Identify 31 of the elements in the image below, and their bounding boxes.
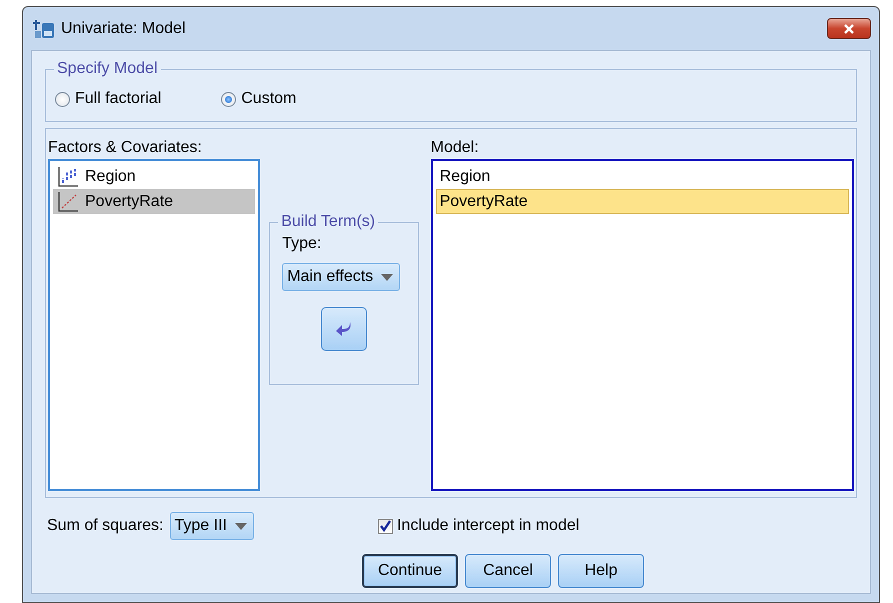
dialog-button[interactable]: Continue xyxy=(362,554,458,588)
radio-label: Custom xyxy=(241,90,296,108)
move-button[interactable] xyxy=(320,307,367,351)
window-title: Univariate: Model xyxy=(61,20,186,38)
bar-chart-icon xyxy=(57,166,79,188)
caret-icon xyxy=(381,274,394,280)
close-icon xyxy=(844,24,854,34)
list-label: Model: xyxy=(430,139,480,157)
radio-label: Full factorial xyxy=(75,90,162,108)
group-title: Specify Model xyxy=(54,59,160,79)
caret-icon xyxy=(234,522,247,530)
ruler-icon xyxy=(57,190,79,212)
radio-button[interactable] xyxy=(221,92,236,106)
checkbox[interactable] xyxy=(378,518,393,534)
dropdown[interactable]: Type III xyxy=(170,512,254,540)
list-item[interactable]: Region xyxy=(436,164,849,189)
list-label: Factors & Covariates: xyxy=(48,139,203,157)
dialog-button[interactable]: Help xyxy=(558,554,644,588)
checkbox-label: Include intercept in model xyxy=(396,517,580,535)
radio-button[interactable] xyxy=(55,92,70,106)
list-item[interactable]: PovertyRate xyxy=(53,189,256,214)
arrow-icon xyxy=(334,321,353,337)
dialog-button[interactable]: Cancel xyxy=(465,554,552,588)
app-icon xyxy=(33,18,55,40)
list-item[interactable]: Region xyxy=(53,164,256,189)
group-title: Build Term(s) xyxy=(278,212,378,232)
list-item[interactable]: PovertyRate xyxy=(436,189,849,214)
field-label: Type: xyxy=(282,235,322,253)
dropdown[interactable]: Main effects xyxy=(282,263,400,291)
field-label: Sum of squares: xyxy=(47,517,164,535)
close-button[interactable] xyxy=(827,18,871,39)
